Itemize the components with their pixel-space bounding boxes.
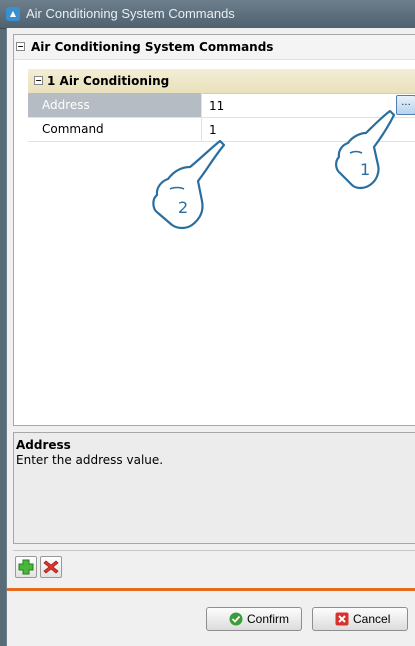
add-button[interactable] (15, 556, 37, 578)
delete-button[interactable] (40, 556, 62, 578)
divider (13, 550, 415, 551)
callout-number-1: 1 (360, 160, 370, 179)
callout-number-2: 2 (178, 198, 188, 217)
description-text: Enter the address value. (16, 453, 164, 467)
description-panel: Address Enter the address value. (13, 432, 415, 544)
cancel-icon (335, 612, 349, 626)
collapse-icon[interactable]: − (34, 76, 43, 85)
grid-header[interactable]: − Air Conditioning System Commands (14, 35, 415, 60)
section-air-conditioning[interactable]: − 1 Air Conditioning (28, 69, 415, 94)
confirm-label: Confirm (247, 612, 290, 626)
cancel-button[interactable]: Cancel (312, 607, 408, 631)
collapse-icon[interactable]: − (16, 42, 25, 51)
checkmark-icon (229, 612, 243, 626)
property-grid: − Air Conditioning System Commands − 1 A… (13, 34, 415, 426)
window-body: − Air Conditioning System Commands − 1 A… (6, 28, 415, 646)
pointing-hand-icon: 1 (335, 109, 396, 190)
description-title: Address (16, 438, 71, 452)
property-name: Address (28, 93, 202, 117)
plus-icon (18, 559, 34, 575)
confirm-button[interactable]: Confirm (206, 607, 302, 631)
window-title: Air Conditioning System Commands (26, 6, 235, 21)
grid-header-label: Air Conditioning System Commands (31, 40, 274, 54)
browse-button[interactable]: ... (396, 95, 415, 115)
section-label: 1 Air Conditioning (47, 74, 170, 88)
app-icon: ▲ (6, 7, 20, 21)
pointing-hand-icon: 2 (152, 139, 226, 230)
delete-x-icon (43, 560, 59, 574)
cancel-label: Cancel (353, 612, 391, 626)
title-bar: ▲ Air Conditioning System Commands (0, 0, 415, 29)
